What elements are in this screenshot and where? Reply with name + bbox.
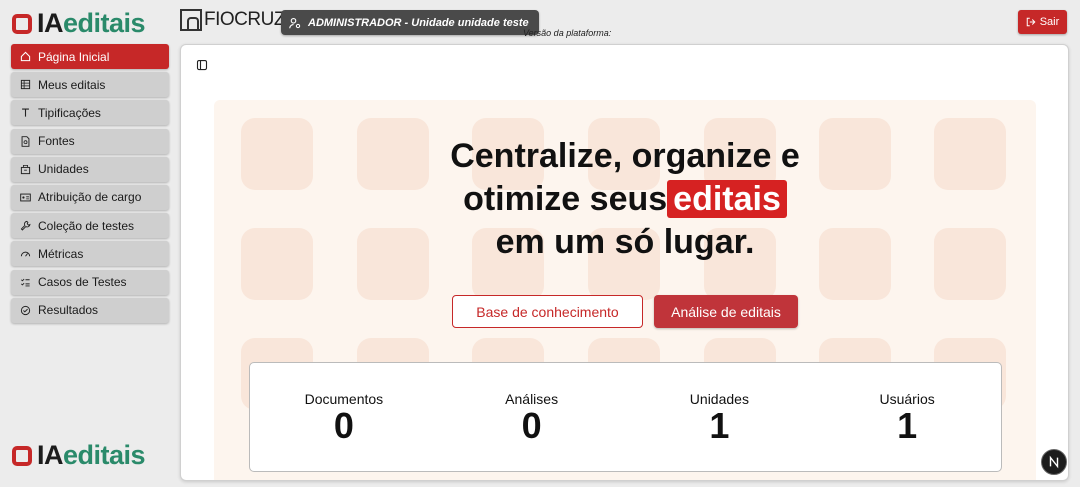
logout-button[interactable]: Sair — [1018, 10, 1067, 34]
user-role-label: ADMINISTRADOR - Unidade unidade teste — [308, 16, 529, 29]
stat-usuarios: Usuários 1 — [813, 363, 1001, 471]
sidebar-item-fontes[interactable]: Fontes — [11, 128, 169, 154]
sidebar-nav: Página Inicial Meus editais Tipificações… — [11, 44, 169, 326]
platform-version: Versão da plataforma: — [523, 28, 612, 38]
gauge-icon — [20, 251, 31, 257]
sidebar-item-atribuicao-de-cargo[interactable]: Atribuição de cargo — [11, 184, 169, 210]
wrench-icon — [20, 221, 31, 231]
user-settings-icon — [289, 17, 301, 28]
sidebar-item-casos-de-testes[interactable]: Casos de Testes — [11, 269, 169, 295]
iaeditais-logo-footer: IAeditais — [12, 440, 146, 471]
table-icon — [20, 80, 31, 90]
sidebar-item-meus-editais[interactable]: Meus editais — [11, 72, 169, 98]
logout-icon — [1026, 17, 1036, 27]
analyze-editais-button[interactable]: Análise de editais — [654, 295, 798, 328]
sidebar-item-pagina-inicial[interactable]: Página Inicial — [11, 44, 169, 69]
sidebar-item-unidades[interactable]: Unidades — [11, 156, 169, 182]
hero-section: Centralize, organize e otimize seus edita… — [214, 100, 1036, 480]
hero-headline: Centralize, organize e otimize seus edita… — [214, 135, 1036, 264]
logo-text-editais: editais — [63, 8, 146, 38]
partner-name: FIOCRUZ — [204, 9, 285, 30]
knowledge-base-button[interactable]: Base de conhecimento — [452, 295, 643, 328]
top-header: IAeditais FIOCRUZ ADMINISTRADOR - Unidad… — [0, 0, 1080, 44]
headline-highlight: editais — [667, 180, 787, 218]
n-logo-icon — [1049, 455, 1059, 469]
main-content: Centralize, organize e otimize seus edita… — [180, 44, 1069, 481]
headline-line-1: Centralize, organize e — [450, 137, 800, 175]
sidebar-item-metricas[interactable]: Métricas — [11, 241, 169, 267]
stat-value: 1 — [709, 405, 730, 446]
file-search-icon — [21, 135, 30, 147]
list-check-icon — [21, 278, 30, 286]
logo-mark-icon — [12, 13, 32, 34]
check-circle-icon — [20, 305, 31, 315]
stat-value: 1 — [897, 405, 918, 446]
id-card-icon — [20, 193, 31, 202]
logo-mark-icon — [12, 445, 32, 466]
home-icon — [20, 51, 31, 62]
building-icon — [20, 164, 31, 174]
stat-value: 0 — [521, 405, 542, 446]
type-icon — [22, 108, 29, 117]
nextjs-dev-button[interactable] — [1041, 449, 1067, 475]
logout-label: Sair — [1039, 16, 1060, 28]
user-role-button[interactable]: ADMINISTRADOR - Unidade unidade teste — [281, 10, 539, 35]
sidebar-item-tipificacoes[interactable]: Tipificações — [11, 100, 169, 126]
logo-text-editais: editais — [63, 440, 146, 470]
iaeditais-logo[interactable]: IAeditais — [12, 8, 146, 39]
logo-text-ia: IA — [37, 440, 64, 470]
fiocruz-logo: FIOCRUZ — [180, 9, 285, 31]
headline-line-3: em um só lugar. — [495, 223, 755, 261]
headline-line-2: otimize seus — [463, 180, 668, 218]
stat-value: 0 — [333, 405, 354, 446]
castle-icon — [180, 9, 202, 31]
sidebar-item-resultados[interactable]: Resultados — [11, 297, 169, 323]
stat-documentos: Documentos 0 — [250, 363, 438, 471]
stat-unidades: Unidades 1 — [626, 363, 814, 471]
stat-analises: Análises 0 — [438, 363, 626, 471]
sidebar-item-colecao-de-testes[interactable]: Coleção de testes — [11, 213, 169, 239]
logo-text-ia: IA — [37, 8, 64, 38]
stats-card: Documentos 0 Análises 0 Unidades 1 Usuár… — [249, 362, 1002, 472]
sidebar-toggle-icon[interactable] — [196, 59, 208, 71]
